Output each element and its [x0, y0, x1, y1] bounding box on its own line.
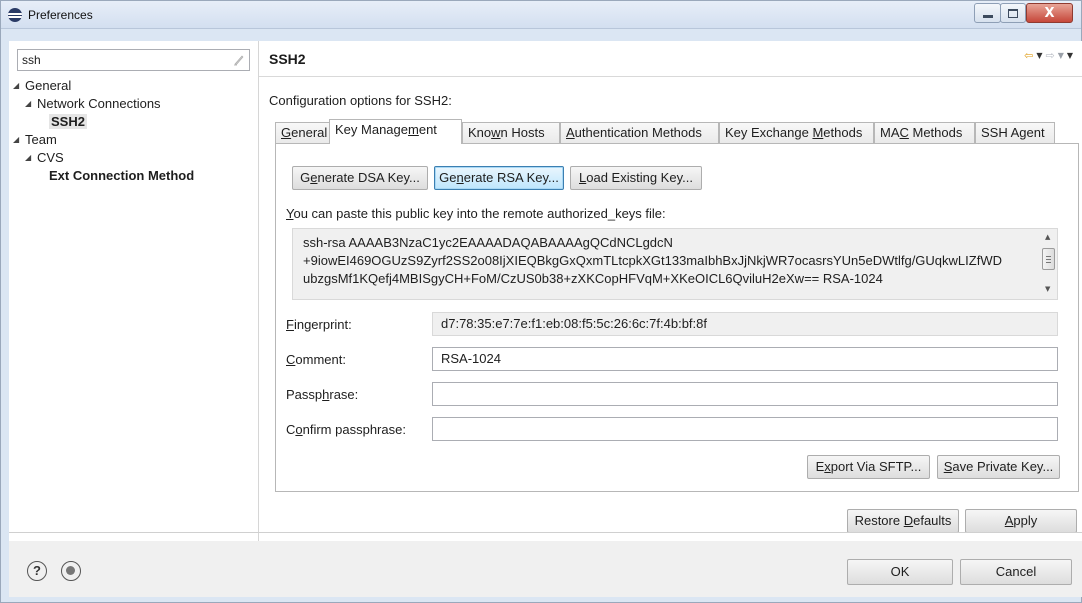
fingerprint-label: Fingerprint:: [286, 317, 352, 332]
back-menu-chevron-icon[interactable]: ▼: [1036, 49, 1042, 63]
filter-text: ssh: [22, 53, 41, 67]
close-icon: X: [1044, 5, 1055, 21]
comment-label: Comment:: [286, 352, 346, 367]
page-title: SSH2: [269, 51, 306, 67]
key-management-panel: Generate DSA Key... Generate RSA Key... …: [275, 143, 1079, 492]
save-private-key-button[interactable]: Save Private Key...: [937, 455, 1060, 479]
collapse-arrow-icon[interactable]: ◢: [25, 149, 37, 167]
confirm-passphrase-label: Confirm passphrase:: [286, 422, 406, 437]
preferences-window: Preferences X ssh ◢ General ◢ Network Conn…: [0, 0, 1082, 603]
tab-key-exchange-methods[interactable]: Key Exchange Methods: [719, 122, 874, 144]
view-menu-chevron-icon[interactable]: ▼: [1067, 49, 1073, 63]
window-title: Preferences: [28, 8, 93, 22]
passphrase-field[interactable]: [432, 382, 1058, 406]
collapse-arrow-icon[interactable]: ◢: [13, 77, 25, 95]
public-key-scrollbar[interactable]: ▲ ▼: [1040, 229, 1057, 299]
maximize-button[interactable]: [1000, 3, 1026, 23]
maximize-icon: [1008, 8, 1018, 18]
tree-item-ext-connection-method[interactable]: Ext Connection Method: [49, 167, 194, 185]
public-key-text: ssh-rsa AAAAB3NzaC1yc2EAAAADAQABAAAAgQCd…: [303, 235, 1002, 286]
collapse-arrow-icon[interactable]: ◢: [13, 131, 25, 149]
collapse-arrow-icon[interactable]: ◢: [25, 95, 37, 113]
tab-general[interactable]: General: [275, 122, 330, 144]
eclipse-icon: [8, 8, 22, 22]
export-via-sftp-button[interactable]: Export Via SFTP...: [807, 455, 930, 479]
public-key-textarea[interactable]: ssh-rsa AAAAB3NzaC1yc2EAAAADAQABAAAAgQCd…: [292, 228, 1058, 300]
passphrase-label: Passphrase:: [286, 387, 359, 402]
scroll-down-icon[interactable]: ▼: [1045, 285, 1050, 293]
cancel-button[interactable]: Cancel: [960, 559, 1072, 585]
minimize-icon: [982, 15, 993, 18]
help-icon[interactable]: ?: [27, 561, 47, 581]
tab-ssh-agent[interactable]: SSH Agent: [975, 122, 1055, 144]
filter-input[interactable]: ssh: [17, 49, 250, 71]
page-description: Configuration options for SSH2:: [269, 93, 452, 108]
public-key-label: You can paste this public key into the r…: [286, 206, 666, 221]
dialog-client-area: ssh ◢ General ◢ Network Connections SSH2 ◢…: [9, 41, 1082, 597]
ok-button[interactable]: OK: [847, 559, 953, 585]
clear-filter-icon[interactable]: [233, 54, 244, 66]
scrollbar-thumb[interactable]: [1042, 248, 1055, 270]
fingerprint-field[interactable]: d7:78:35:e7:7e:f1:eb:08:f5:5c:26:6c:7f:4…: [432, 312, 1058, 336]
close-button[interactable]: X: [1026, 3, 1073, 23]
apply-button[interactable]: Apply: [965, 509, 1077, 533]
load-existing-key-button[interactable]: Load Existing Key...: [570, 166, 702, 190]
footer-separator: [9, 532, 1082, 533]
comment-field[interactable]: RSA-1024: [432, 347, 1058, 371]
title-bar[interactable]: Preferences X: [1, 1, 1081, 29]
preference-page: SSH2 ⇦ ▼ ⇨ ▼ ▼ Configuration options for…: [259, 41, 1082, 541]
forward-arrow-icon[interactable]: ⇨: [1045, 49, 1054, 63]
minimize-button[interactable]: [974, 3, 1001, 23]
confirm-passphrase-field[interactable]: [432, 417, 1058, 441]
tab-authentication-methods[interactable]: Authentication Methods: [560, 122, 719, 144]
back-arrow-icon[interactable]: ⇦: [1024, 49, 1033, 63]
tab-key-management[interactable]: Key Management: [329, 119, 462, 144]
forward-menu-chevron-icon[interactable]: ▼: [1058, 49, 1064, 63]
import-export-icon[interactable]: [61, 561, 81, 581]
page-header: SSH2 ⇦ ▼ ⇨ ▼ ▼: [259, 41, 1082, 77]
preference-tree-pane: ssh ◢ General ◢ Network Connections SSH2 ◢…: [9, 41, 258, 541]
tree-item-general[interactable]: ◢ General: [13, 77, 71, 95]
tab-known-hosts[interactable]: Known Hosts: [462, 122, 560, 144]
generate-dsa-key-button[interactable]: Generate DSA Key...: [292, 166, 428, 190]
tab-mac-methods[interactable]: MAC Methods: [874, 122, 975, 144]
restore-defaults-button[interactable]: Restore Defaults: [847, 509, 959, 533]
scroll-up-icon[interactable]: ▲: [1045, 233, 1050, 241]
tree-item-team[interactable]: ◢ Team: [13, 131, 57, 149]
history-navigation: ⇦ ▼ ⇨ ▼ ▼: [1024, 49, 1073, 63]
tree-item-ssh2[interactable]: SSH2: [49, 113, 87, 131]
generate-rsa-key-button[interactable]: Generate RSA Key...: [434, 166, 564, 190]
tree-item-cvs[interactable]: ◢ CVS: [25, 149, 64, 167]
tree-item-network-connections[interactable]: ◢ Network Connections: [25, 95, 161, 113]
